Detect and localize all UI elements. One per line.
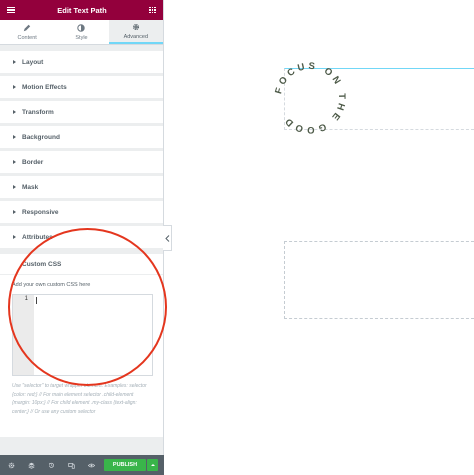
text-path-text: FOCUS ON THE GOOD [273,61,347,135]
tab-content-label: Content [17,34,37,41]
circular-text-path[interactable]: FOCUS ON THE GOOD [270,58,350,138]
annotation-circle [8,228,167,386]
hamburger-menu-icon[interactable] [7,6,15,14]
collapse-panel-button[interactable] [163,225,172,251]
section-responsive[interactable]: Responsive [0,201,163,223]
gear-icon [132,23,139,30]
caret-right-icon [13,235,16,239]
pencil-icon [23,24,31,31]
tab-content[interactable]: Content [0,20,54,44]
section-label: Responsive [22,208,59,216]
section-label: Transform [22,108,54,116]
section-mask[interactable]: Mask [0,176,163,198]
panel-title: Edit Text Path [57,5,107,15]
caret-up-icon [150,464,155,466]
panel-tabs: Content Style Advanced [0,20,163,45]
publish-button[interactable]: PUBLISH [104,459,146,471]
text-path-content: FOCUS ON THE GOOD [273,61,344,135]
publish-options-button[interactable] [147,459,158,471]
section-layout[interactable]: Layout [0,51,163,73]
custom-css-description: Use "selector" to target wrapper element… [12,383,147,415]
caret-right-icon [13,85,16,89]
section-border[interactable]: Border [0,151,163,173]
preview-eye-icon[interactable] [88,462,95,469]
tab-advanced[interactable]: Advanced [108,20,163,44]
panel-footer: PUBLISH [0,455,164,475]
navigator-layers-icon[interactable] [28,462,35,469]
caret-right-icon [13,185,16,189]
section-label: Border [22,158,44,166]
panel-header: Edit Text Path [0,0,163,20]
widgets-grid-icon[interactable] [148,6,156,14]
tab-advanced-label: Advanced [123,33,149,40]
chevron-left-icon [164,234,169,242]
section-label: Motion Effects [22,83,67,91]
section-transform[interactable]: Transform [0,101,163,123]
section-label: Layout [22,58,44,66]
section-label: Mask [22,183,39,191]
canvas-widget-placeholder[interactable] [284,241,474,319]
tab-style[interactable]: Style [54,20,108,44]
history-icon[interactable] [48,462,55,469]
tab-style-label: Style [75,34,88,41]
section-motion-effects[interactable]: Motion Effects [0,76,163,98]
settings-gear-icon[interactable] [8,462,15,469]
section-background[interactable]: Background [0,126,163,148]
responsive-mode-icon[interactable] [68,462,75,469]
caret-right-icon [13,160,16,164]
section-label: Background [22,133,60,141]
caret-right-icon [13,110,16,114]
half-circle-icon [77,23,86,32]
caret-right-icon [13,210,16,214]
caret-right-icon [13,60,16,64]
caret-right-icon [13,135,16,139]
